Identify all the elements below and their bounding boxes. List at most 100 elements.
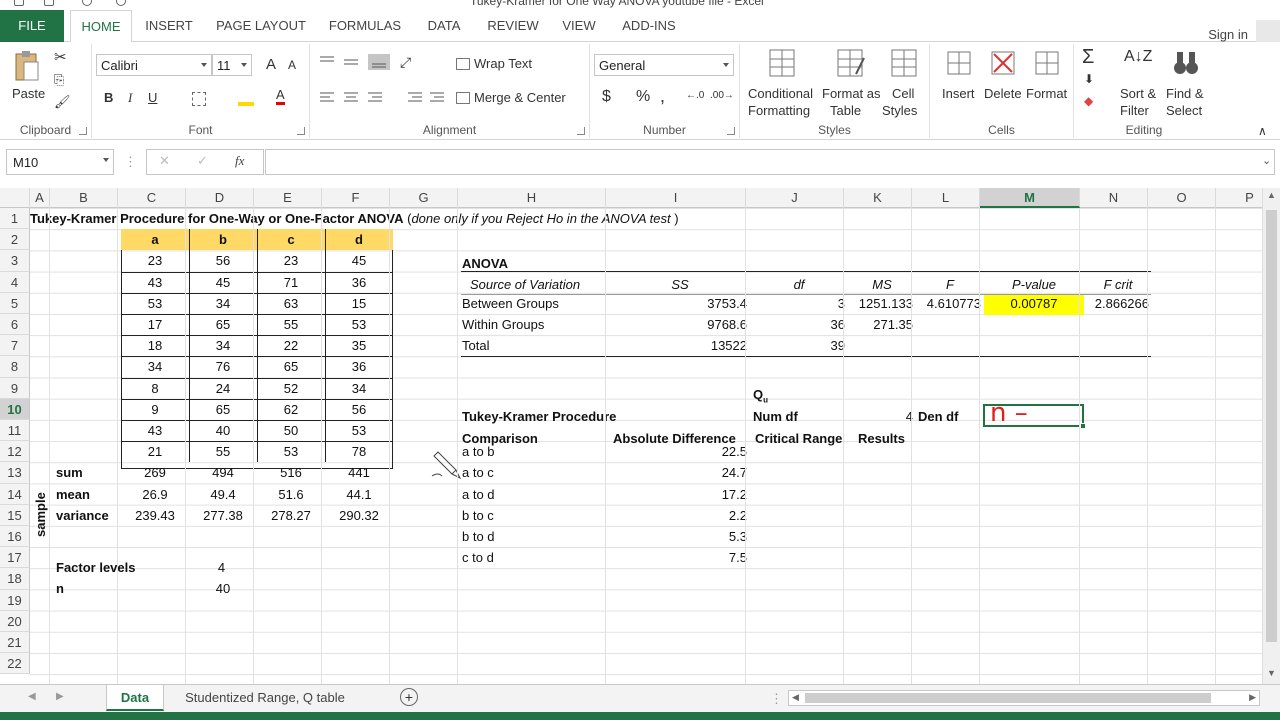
stat-value[interactable]: 290.32 [325,505,393,526]
cancel-icon[interactable]: ✕ [159,153,170,169]
anova-f[interactable]: 4.610773 [916,293,984,314]
row-header-20[interactable]: 20 [0,610,30,632]
tukey-abs-diff[interactable]: 24.7 [610,462,750,483]
name-box[interactable]: M10 [6,149,114,175]
vertical-scrollbar[interactable]: ▲ ▼ [1262,188,1280,684]
column-header-e[interactable]: E [254,188,322,208]
data-cell[interactable]: 63 [257,293,325,314]
tukey-comparison[interactable]: b to c [462,505,494,526]
column-header-k[interactable]: K [844,188,912,208]
data-cell[interactable]: 34 [121,356,189,377]
tukey-comparison[interactable]: a to c [462,462,494,483]
row-header-11[interactable]: 11 [0,420,30,442]
horizontal-align-icons[interactable] [318,90,448,106]
currency-button[interactable]: $ [602,88,611,106]
stat-value[interactable]: 49.4 [189,484,257,505]
vertical-align-icons[interactable] [318,54,398,70]
data-cell[interactable]: 34 [189,335,257,356]
conditional-formatting-icon[interactable] [768,48,796,78]
row-header-10[interactable]: 10 [0,398,30,420]
next-sheet-icon[interactable]: ▶ [56,691,64,702]
data-cell[interactable]: 21 [121,441,189,462]
tab-page-layout[interactable]: PAGE LAYOUT [212,10,310,42]
font-family-select[interactable]: Calibri [96,54,212,76]
increase-decimal-icon[interactable]: ←.0 [686,90,704,101]
grow-font-button[interactable]: A [266,56,276,73]
format-cells-icon[interactable] [1032,48,1062,78]
copy-icon[interactable]: ⎘ [54,72,64,88]
autosum-icon[interactable]: Σ [1082,46,1094,69]
binoculars-icon[interactable] [1172,48,1200,78]
tukey-abs-diff[interactable]: 17.2 [610,484,750,505]
data-cell[interactable]: 65 [189,314,257,335]
factor-levels-value[interactable]: 4 [189,557,257,578]
delete-cells-icon[interactable] [988,48,1018,78]
find-select-button-2[interactable]: Select [1166,103,1202,118]
column-header-g[interactable]: G [390,188,458,208]
anova-ms[interactable] [848,335,916,356]
anova-source[interactable]: Total [462,335,602,356]
font-launcher-icon[interactable] [297,127,305,135]
vertical-scroll-thumb[interactable] [1266,210,1277,642]
cell-styles-button-2[interactable]: Styles [882,103,917,118]
anova-df[interactable]: 36 [750,314,848,335]
column-header-c[interactable]: C [118,188,186,208]
anova-source[interactable]: Within Groups [462,314,602,335]
stat-value[interactable]: 239.43 [121,505,189,526]
row-header-22[interactable]: 22 [0,653,30,675]
sort-filter-button-2[interactable]: Filter [1120,103,1149,118]
anova-source[interactable]: Between Groups [462,293,602,314]
data-cell[interactable]: 23 [257,250,325,271]
data-cell[interactable]: 55 [189,441,257,462]
horizontal-scroll-thumb[interactable] [805,693,1211,703]
column-header-i[interactable]: I [606,188,746,208]
data-cell[interactable]: 18 [121,335,189,356]
cell-styles-button[interactable]: Cell [892,86,914,101]
column-header-l[interactable]: L [912,188,980,208]
row-header-9[interactable]: 9 [0,377,30,399]
alignment-launcher-icon[interactable] [577,127,585,135]
cut-icon[interactable]: ✂ [54,48,67,66]
sort-filter-icon[interactable]: A↓Z [1124,48,1152,66]
data-cell[interactable]: 35 [325,335,393,356]
tab-view[interactable]: VIEW [558,10,600,42]
row-header-7[interactable]: 7 [0,335,30,357]
merge-center-button[interactable]: Merge & Center [474,90,566,105]
expand-formula-bar-icon[interactable]: ⌄ [1262,154,1271,167]
data-cell[interactable]: 45 [189,272,257,293]
data-cell[interactable]: 76 [189,356,257,377]
anova-p[interactable]: 0.00787 [984,293,1084,314]
horizontal-scrollbar[interactable]: ◀ ▶ [788,690,1260,706]
underline-button[interactable]: U [148,90,157,105]
column-header-n[interactable]: N [1080,188,1148,208]
column-header-b[interactable]: B [50,188,118,208]
row-header-2[interactable]: 2 [0,229,30,251]
format-as-table-button[interactable]: Format as [822,86,881,101]
row-header-13[interactable]: 13 [0,462,30,484]
column-header-d[interactable]: D [186,188,254,208]
row-header-5[interactable]: 5 [0,292,30,314]
row-header-4[interactable]: 4 [0,271,30,293]
row-header-8[interactable]: 8 [0,356,30,378]
data-cell[interactable]: 52 [257,378,325,399]
tab-review[interactable]: REVIEW [482,10,544,42]
stat-value[interactable]: 269 [121,462,189,483]
anova-ss[interactable]: 9768.6 [610,314,750,335]
clipboard-launcher-icon[interactable] [79,127,87,135]
tab-file[interactable]: FILE [0,10,64,42]
row-header-15[interactable]: 15 [0,504,30,526]
tab-insert[interactable]: INSERT [140,10,198,42]
number-format-select[interactable]: General [594,54,734,76]
fill-handle[interactable] [1080,423,1086,429]
data-cell[interactable]: 65 [189,399,257,420]
data-cell[interactable]: 56 [325,399,393,420]
row-header-21[interactable]: 21 [0,632,30,654]
format-button[interactable]: Format [1026,86,1067,101]
data-cell[interactable]: 71 [257,272,325,293]
column-header-f[interactable]: F [322,188,390,208]
tukey-abs-diff[interactable]: 22.5 [610,441,750,462]
tukey-abs-diff[interactable]: 7.5 [610,547,750,568]
fill-color-icon[interactable] [238,92,254,106]
data-cell[interactable]: 65 [257,356,325,377]
number-launcher-icon[interactable] [727,127,735,135]
